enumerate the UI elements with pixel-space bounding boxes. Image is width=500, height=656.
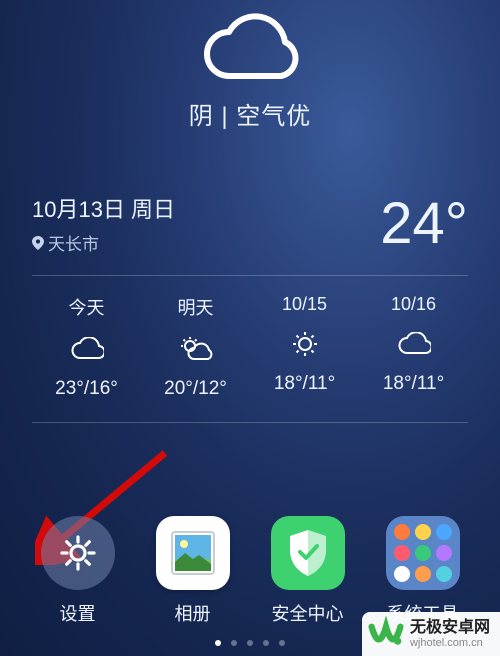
widget-header: 10月13日 周日 天长市 24° <box>32 192 468 275</box>
current-temperature: 24° <box>380 195 468 253</box>
gear-icon <box>41 516 115 590</box>
app-settings[interactable]: 设置 <box>23 516 133 626</box>
sun-icon <box>250 329 359 359</box>
forecast-temps: 20°/12° <box>141 378 250 400</box>
weather-condition-line: 阴 | 空气优 <box>0 96 500 131</box>
forecast-day-2[interactable]: 10/15 18°/11° <box>250 294 359 400</box>
partly-cloudy-icon <box>141 334 250 364</box>
forecast-day-label: 10/15 <box>250 294 359 315</box>
divider <box>32 422 468 423</box>
forecast-day-3[interactable]: 10/16 18°/11° <box>359 294 468 400</box>
page-dot[interactable] <box>279 640 285 646</box>
forecast-day-label: 10/16 <box>359 294 468 315</box>
tools-folder-icon <box>386 516 460 590</box>
watermark-url: wjhotel.com.cn <box>410 637 490 649</box>
home-screen: 阴 | 空气优 10月13日 周日 天长市 24° 今天 <box>0 0 500 656</box>
app-security[interactable]: 安全中心 <box>253 516 363 626</box>
cloud-icon <box>195 8 305 86</box>
forecast-day-0[interactable]: 今天 23°/16° <box>32 294 141 400</box>
app-label: 设置 <box>60 600 96 626</box>
forecast-row: 今天 23°/16° 明天 20°/12° 10/15 <box>32 276 468 422</box>
cloud-icon <box>32 334 141 364</box>
forecast-temps: 18°/11° <box>250 373 359 395</box>
watermark: 无极安卓网 wjhotel.com.cn <box>362 612 500 656</box>
forecast-day-1[interactable]: 明天 20°/12° <box>141 294 250 400</box>
shield-icon <box>271 516 345 590</box>
gallery-icon <box>156 516 230 590</box>
widget-date: 10月13日 周日 <box>32 192 175 224</box>
app-label: 安全中心 <box>272 600 344 626</box>
location-pin-icon <box>32 236 44 250</box>
dock: 设置 相册 安全中心 <box>20 516 480 626</box>
forecast-day-label: 明天 <box>141 294 250 320</box>
watermark-logo-icon <box>368 616 404 652</box>
app-gallery[interactable]: 相册 <box>138 516 248 626</box>
cloud-icon <box>359 329 468 359</box>
weather-hero[interactable]: 阴 | 空气优 <box>0 8 500 131</box>
forecast-day-label: 今天 <box>32 294 141 320</box>
page-dot[interactable] <box>263 640 269 646</box>
page-dot[interactable] <box>247 640 253 646</box>
page-dot[interactable] <box>215 640 221 646</box>
weather-widget[interactable]: 10月13日 周日 天长市 24° 今天 23°/16° 明天 <box>32 192 468 423</box>
page-dot[interactable] <box>231 640 237 646</box>
app-label: 相册 <box>175 600 211 626</box>
widget-location: 天长市 <box>32 230 175 255</box>
app-system-tools[interactable]: 系统工具 <box>368 516 478 626</box>
forecast-temps: 18°/11° <box>359 373 468 395</box>
watermark-title: 无极安卓网 <box>410 619 490 637</box>
forecast-temps: 23°/16° <box>32 378 141 400</box>
